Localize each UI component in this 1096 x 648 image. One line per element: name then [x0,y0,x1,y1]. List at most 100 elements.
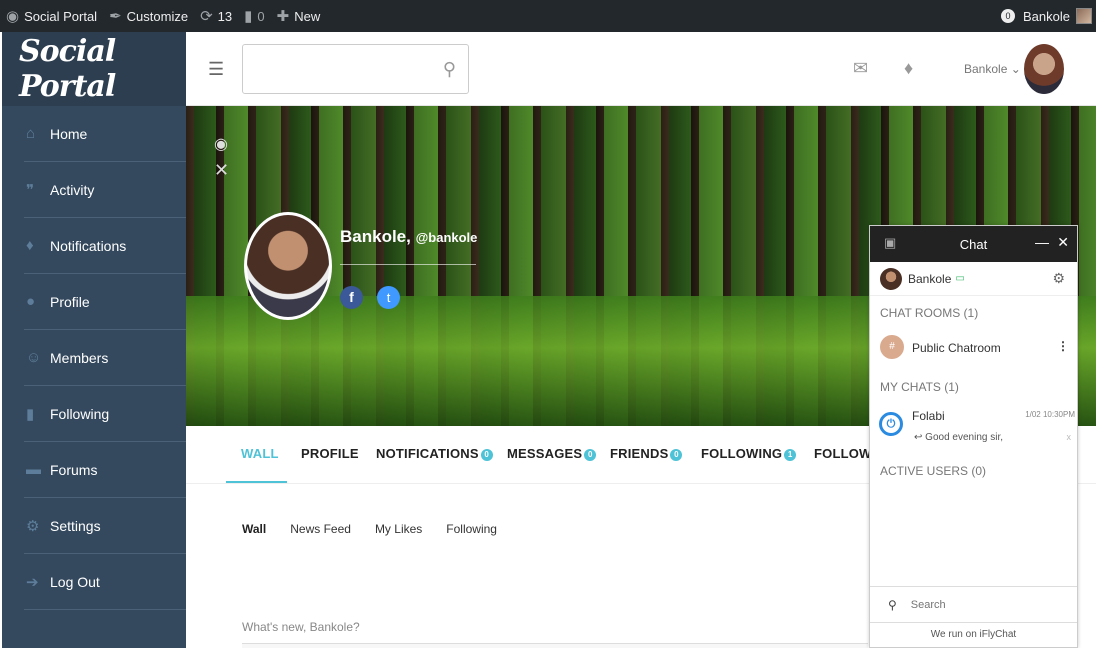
sidebar: Social Portal ⌂ Home ❞ Activity ♦ Notifi… [2,32,186,648]
sidebar-item-settings[interactable]: ⚙ Settings [24,498,186,554]
chat-close-icon[interactable]: ✕ [1057,234,1069,251]
user-avatar[interactable] [1024,44,1064,94]
admin-site-link[interactable]: ◉ Social Portal [0,0,103,32]
dashboard-icon: ◉ [6,8,20,25]
tab-label: NOTIFICATIONS [376,446,479,461]
gears-icon: ⚙ [26,517,40,535]
whats-new-input[interactable] [242,643,868,648]
tab-notifications[interactable]: NOTIFICATIONS 0 [376,446,493,461]
sidebar-item-home[interactable]: ⌂ Home [24,106,186,162]
brush-icon: ✒ [109,8,122,25]
user-menu-label: Bankole [964,62,1008,76]
tab-badge: 1 [784,449,797,461]
subnav-news-feed[interactable]: News Feed [290,522,351,536]
subnav-following[interactable]: Following [446,522,497,536]
chat-header[interactable]: ▣ Chat — ✕ [870,226,1077,262]
profile-name: Bankole, @bankole [340,227,477,247]
bookmark-icon: ▮ [26,405,35,423]
chat-user-avatar [880,268,902,290]
tab-messages[interactable]: MESSAGES 0 [507,446,597,461]
sidebar-item-notifications[interactable]: ♦ Notifications [24,218,186,274]
search-box[interactable]: ⚲ [242,44,469,94]
minimize-icon[interactable]: — [1035,234,1049,250]
admin-avatar[interactable] [1076,8,1092,24]
sidebar-item-label: Members [50,349,109,366]
admin-notification-count[interactable]: 0 [1001,9,1016,23]
active-users-header: ACTIVE USERS (0) [880,464,987,478]
camera-icon[interactable]: ◉ [214,134,228,154]
bell-icon: ♦ [26,237,34,254]
user-icon: ● [26,293,36,310]
mail-icon[interactable]: ✉ [853,58,868,79]
laptop-icon: ▭ [955,273,965,284]
admin-username[interactable]: Bankole [1023,9,1070,24]
power-icon: ⏻ [879,412,903,436]
admin-updates-link[interactable]: ⟳ 13 [194,0,238,32]
sidebar-item-logout[interactable]: ➔ Log Out [24,554,186,610]
subnav-my-likes[interactable]: My Likes [375,522,422,536]
kebab-menu-icon[interactable]: ⋮ [1057,339,1069,353]
profile-avatar[interactable] [244,212,332,320]
top-bar: ☰ ⚲ ✉ ♦ Bankole ⌄ [186,32,1096,106]
tab-profile[interactable]: PROFILE [301,446,359,461]
user-menu[interactable]: Bankole ⌄ [964,62,1021,76]
search-input[interactable] [253,45,433,91]
facebook-icon[interactable]: f [340,286,363,309]
sidebar-item-activity[interactable]: ❞ Activity [24,162,186,218]
active-tab-indicator [226,481,287,483]
sidebar-item-label: Home [50,125,88,142]
sidebar-item-label: Notifications [50,237,127,254]
sidebar-item-profile[interactable]: ● Profile [24,274,186,330]
chat-icon: ▬ [26,461,41,478]
refresh-icon: ⟳ [200,8,213,25]
subnav-wall[interactable]: Wall [242,522,266,536]
sidebar-item-forums[interactable]: ▬ Forums [24,442,186,498]
close-icon[interactable]: ✕ [214,160,229,181]
tab-wall[interactable]: WALL [241,446,279,461]
admin-comments-count: 0 [257,8,265,24]
reply-icon: ↩ [914,432,926,443]
chat-current-user: Bankole ▭ ⚙ [870,262,1077,296]
notification-bell-icon[interactable]: ♦ [904,58,913,79]
chat-conversation-item[interactable]: ⏻ Folabi 1/02 10:30PM ↩ Good evening sir… [870,400,1077,454]
chat-bubbles-icon: ▣ [884,235,897,250]
search-icon[interactable]: ⚲ [443,59,456,80]
chat-footer[interactable]: We run on iFlyChat [870,622,1077,647]
chevron-down-icon: ⌄ [1010,62,1021,76]
remove-chat-icon[interactable]: x [1067,432,1072,442]
tab-badge: 0 [670,449,683,461]
admin-account[interactable]: 0 Bankole [1001,0,1092,32]
chat-room-name: Public Chatroom [912,341,1001,355]
tab-following[interactable]: FOLLOWING 1 [701,446,797,461]
sidebar-item-following[interactable]: ▮ Following [24,386,186,442]
tab-label: PROFILE [301,446,359,461]
chat-user-name: Bankole [908,271,952,286]
menu-toggle-icon[interactable]: ☰ [208,59,224,80]
admin-new-label: New [294,8,321,24]
site-logo[interactable]: Social Portal [2,32,186,106]
tab-label: MESSAGES [507,446,583,461]
admin-updates-count: 13 [217,8,233,24]
admin-customize-link[interactable]: ✒ Customize [103,0,194,32]
chat-search-input[interactable] [910,598,1061,611]
admin-customize-label: Customize [126,8,189,24]
profile-divider [340,264,476,265]
wall-subnav: Wall News Feed My Likes Following [242,522,521,536]
logout-icon: ➔ [26,573,39,591]
chat-room-item[interactable]: # Public Chatroom ⋮ [870,326,1077,370]
sidebar-item-label: Settings [50,517,101,534]
chat-timestamp: 1/02 10:30PM [1025,410,1075,419]
admin-new-link[interactable]: ✚ New [271,0,327,32]
twitter-icon[interactable]: t [377,286,400,309]
sidebar-item-label: Profile [50,293,90,310]
tab-badge: 0 [480,449,493,461]
gear-icon[interactable]: ⚙ [1052,270,1065,287]
smile-icon: ☺ [26,349,42,366]
tab-label: WALL [241,446,279,461]
sidebar-item-label: Following [50,405,110,422]
sidebar-item-members[interactable]: ☺ Members [24,330,186,386]
tab-friends[interactable]: FRIENDS 0 [610,446,683,461]
admin-comments-link[interactable]: ▮ 0 [238,0,271,32]
tab-label: FOLLOWING [701,446,783,461]
chat-rooms-header: CHAT ROOMS (1) [880,306,979,320]
